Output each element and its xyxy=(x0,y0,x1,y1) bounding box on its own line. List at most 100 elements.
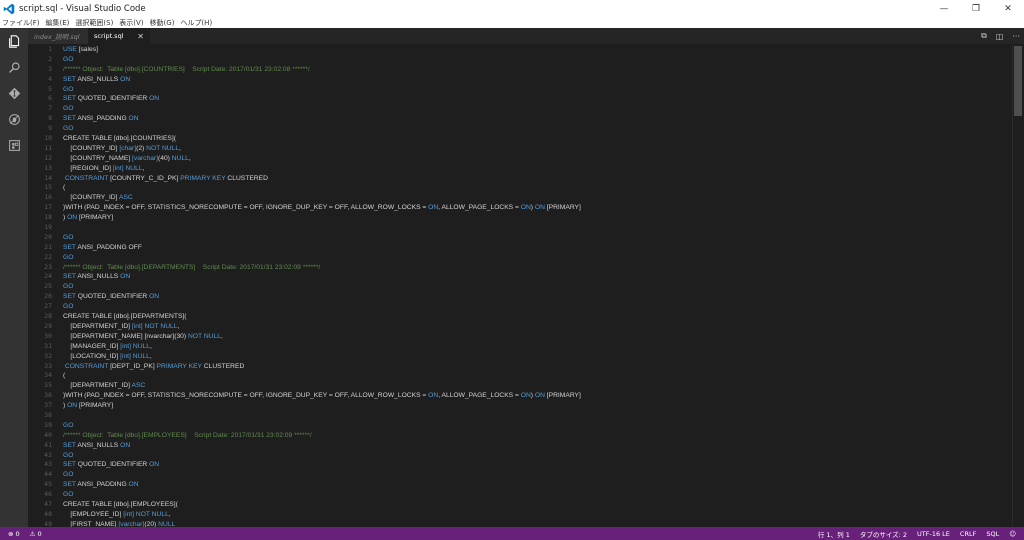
code-line[interactable]: SET ANSI_PADDING ON xyxy=(63,114,1003,124)
close-window-button[interactable]: ✕ xyxy=(992,0,1024,17)
text-token: [DEPARTMENT_NAME] [nvarchar](30) xyxy=(63,332,188,340)
code-line[interactable]: SET ANSI_PADDING OFF xyxy=(63,243,1003,253)
code-line[interactable] xyxy=(63,411,1003,421)
keyword-token: NOT NULL xyxy=(146,144,180,152)
code-line[interactable]: [MANAGER_ID] [int] NULL, xyxy=(63,342,1003,352)
code-line[interactable]: GO xyxy=(63,470,1003,480)
line-number: 9 xyxy=(48,124,52,133)
menu-edit[interactable]: 編集(E) xyxy=(46,18,70,28)
menu-view[interactable]: 表示(V) xyxy=(119,18,143,28)
scrollbar-thumb[interactable] xyxy=(1014,46,1022,116)
tab-script-sql[interactable]: script.sql ✕ xyxy=(88,28,150,44)
open-changes-icon[interactable]: ⧉ xyxy=(981,31,987,41)
debug-icon[interactable] xyxy=(0,106,28,132)
code-line[interactable]: CONSTRAINT [COUNTRY_C_ID_PK] PRIMARY KEY… xyxy=(63,174,1003,184)
keyword-token: NOT NULL xyxy=(144,322,178,330)
code-line[interactable]: GO xyxy=(63,490,1003,500)
code-line[interactable]: /****** Object: Table [dbo].[EMPLOYEES] … xyxy=(63,431,1003,441)
code-line[interactable]: ) ON [PRIMARY] xyxy=(63,213,1003,223)
warnings-count[interactable]: ⚠ 0 xyxy=(30,530,42,538)
line-number: 10 xyxy=(44,134,52,143)
code-line[interactable]: SET ANSI_NULLS ON xyxy=(63,75,1003,85)
code-content[interactable]: USE [sales] GO/****** Object: Table [dbo]… xyxy=(63,45,1003,527)
encoding[interactable]: UTF-16 LE xyxy=(917,530,950,538)
code-line[interactable]: USE [sales] xyxy=(63,45,1003,55)
code-line[interactable]: /****** Object: Table [dbo].[DEPARTMENTS… xyxy=(63,263,1003,273)
extensions-icon[interactable] xyxy=(0,132,28,158)
code-line[interactable]: GO xyxy=(63,253,1003,263)
code-line[interactable]: GO xyxy=(63,233,1003,243)
code-line[interactable]: GO xyxy=(63,282,1003,292)
code-line[interactable]: GO xyxy=(63,104,1003,114)
code-line[interactable]: [FIRST_NAME] [varchar](20) NULL xyxy=(63,520,1003,527)
code-line[interactable]: GO xyxy=(63,421,1003,431)
keyword-token: GO xyxy=(63,421,74,429)
tab-size[interactable]: タブのサイズ: 2 xyxy=(860,529,907,539)
explorer-icon[interactable] xyxy=(0,28,28,54)
cursor-position[interactable]: 行 1、列 1 xyxy=(818,529,850,539)
tab-index-sql[interactable]: index_説明.sql xyxy=(28,28,88,44)
search-icon[interactable] xyxy=(0,54,28,80)
code-line[interactable]: /****** Object: Table [dbo].[COUNTRIES] … xyxy=(63,65,1003,75)
code-line[interactable]: ( xyxy=(63,183,1003,193)
code-line[interactable]: SET ANSI_PADDING ON xyxy=(63,480,1003,490)
code-editor[interactable]: 1 2 3 4 5 6 7 8 9 10 11 12 13 14 15 16 17 18 19 20 21 22 23 24 2… xyxy=(28,44,1024,527)
code-line[interactable]: GO xyxy=(63,124,1003,134)
code-line[interactable]: ( xyxy=(63,371,1003,381)
line-number: 49 xyxy=(44,519,52,527)
code-line[interactable]: SET ANSI_NULLS ON xyxy=(63,272,1003,282)
code-line[interactable]: [DEPARTMENT_ID] [int] NOT NULL, xyxy=(63,322,1003,332)
code-line[interactable]: [EMPLOYEE_ID] [int] NOT NULL, xyxy=(63,510,1003,520)
vertical-scrollbar[interactable] xyxy=(1012,44,1024,527)
code-line[interactable]: GO xyxy=(63,55,1003,65)
code-line[interactable]: [COUNTRY_ID] ASC xyxy=(63,193,1003,203)
split-editor-icon[interactable]: ◫ xyxy=(996,32,1004,41)
line-number: 47 xyxy=(44,499,52,508)
menu-help[interactable]: ヘルプ(H) xyxy=(180,18,212,28)
line-number: 7 xyxy=(48,104,52,113)
maximize-button[interactable]: ❐ xyxy=(960,0,992,17)
text-token: [sales] xyxy=(78,46,98,53)
text-token: [COUNTRY_NAME] xyxy=(63,154,132,162)
line-ending[interactable]: CRLF xyxy=(960,530,976,538)
code-line[interactable] xyxy=(63,223,1003,233)
code-line[interactable]: [DEPARTMENT_ID] ASC xyxy=(63,381,1003,391)
code-line[interactable]: CREATE TABLE [dbo].[EMPLOYEES]( xyxy=(63,500,1003,510)
git-icon[interactable] xyxy=(0,80,28,106)
menu-file[interactable]: ファイル(F) xyxy=(2,18,40,28)
keyword-token: GO xyxy=(63,233,74,241)
text-token: ANSI_PADDING OFF xyxy=(77,243,142,251)
code-line[interactable]: [COUNTRY_ID] [char](2) NOT NULL, xyxy=(63,144,1003,154)
code-line[interactable]: [REGION_ID] [int] NULL, xyxy=(63,164,1003,174)
code-line[interactable]: )WITH (PAD_INDEX = OFF, STATISTICS_NOREC… xyxy=(63,391,1003,401)
code-line[interactable]: CONSTRAINT [DEPT_ID_PK] PRIMARY KEY CLUS… xyxy=(63,362,1003,372)
line-number: 4 xyxy=(48,74,52,83)
code-line[interactable]: GO xyxy=(63,85,1003,95)
code-line[interactable]: CREATE TABLE [dbo].[COUNTRIES]( xyxy=(63,134,1003,144)
text-token: [COUNTRY_ID] xyxy=(63,194,119,202)
close-tab-icon[interactable]: ✕ xyxy=(137,32,144,41)
code-line[interactable]: SET QUOTED_IDENTIFIER ON xyxy=(63,460,1003,470)
keyword-token: CONSTRAINT xyxy=(63,174,111,182)
line-number: 44 xyxy=(44,470,52,479)
code-line[interactable]: SET QUOTED_IDENTIFIER ON xyxy=(63,94,1003,104)
menu-selection[interactable]: 選択範囲(S) xyxy=(75,18,113,28)
code-line[interactable]: ) ON [PRIMARY] xyxy=(63,401,1003,411)
menu-go[interactable]: 移動(G) xyxy=(150,18,175,28)
minimize-button[interactable]: — xyxy=(928,0,960,17)
code-line[interactable]: [LOCATION_ID] [int] NULL, xyxy=(63,352,1003,362)
more-actions-icon[interactable]: ··· xyxy=(1012,32,1020,41)
code-line[interactable]: SET ANSI_NULLS ON xyxy=(63,441,1003,451)
code-line[interactable]: CREATE TABLE [dbo].[DEPARTMENTS]( xyxy=(63,312,1003,322)
code-line[interactable]: )WITH (PAD_INDEX = OFF, STATISTICS_NOREC… xyxy=(63,203,1003,213)
code-line[interactable]: [COUNTRY_NAME] [varchar](40) NULL, xyxy=(63,154,1003,164)
keyword-token: NOT NULL xyxy=(188,332,221,340)
code-line[interactable]: GO xyxy=(63,302,1003,312)
keyword-token: ON xyxy=(534,392,547,400)
language-mode[interactable]: SQL xyxy=(986,530,999,538)
errors-count[interactable]: ⊗ 0 xyxy=(8,530,20,538)
feedback-smiley-icon[interactable]: ☺ xyxy=(1009,530,1016,538)
code-line[interactable]: SET QUOTED_IDENTIFIER ON xyxy=(63,292,1003,302)
code-line[interactable]: [DEPARTMENT_NAME] [nvarchar](30) NOT NUL… xyxy=(63,332,1003,342)
code-line[interactable]: GO xyxy=(63,451,1003,461)
